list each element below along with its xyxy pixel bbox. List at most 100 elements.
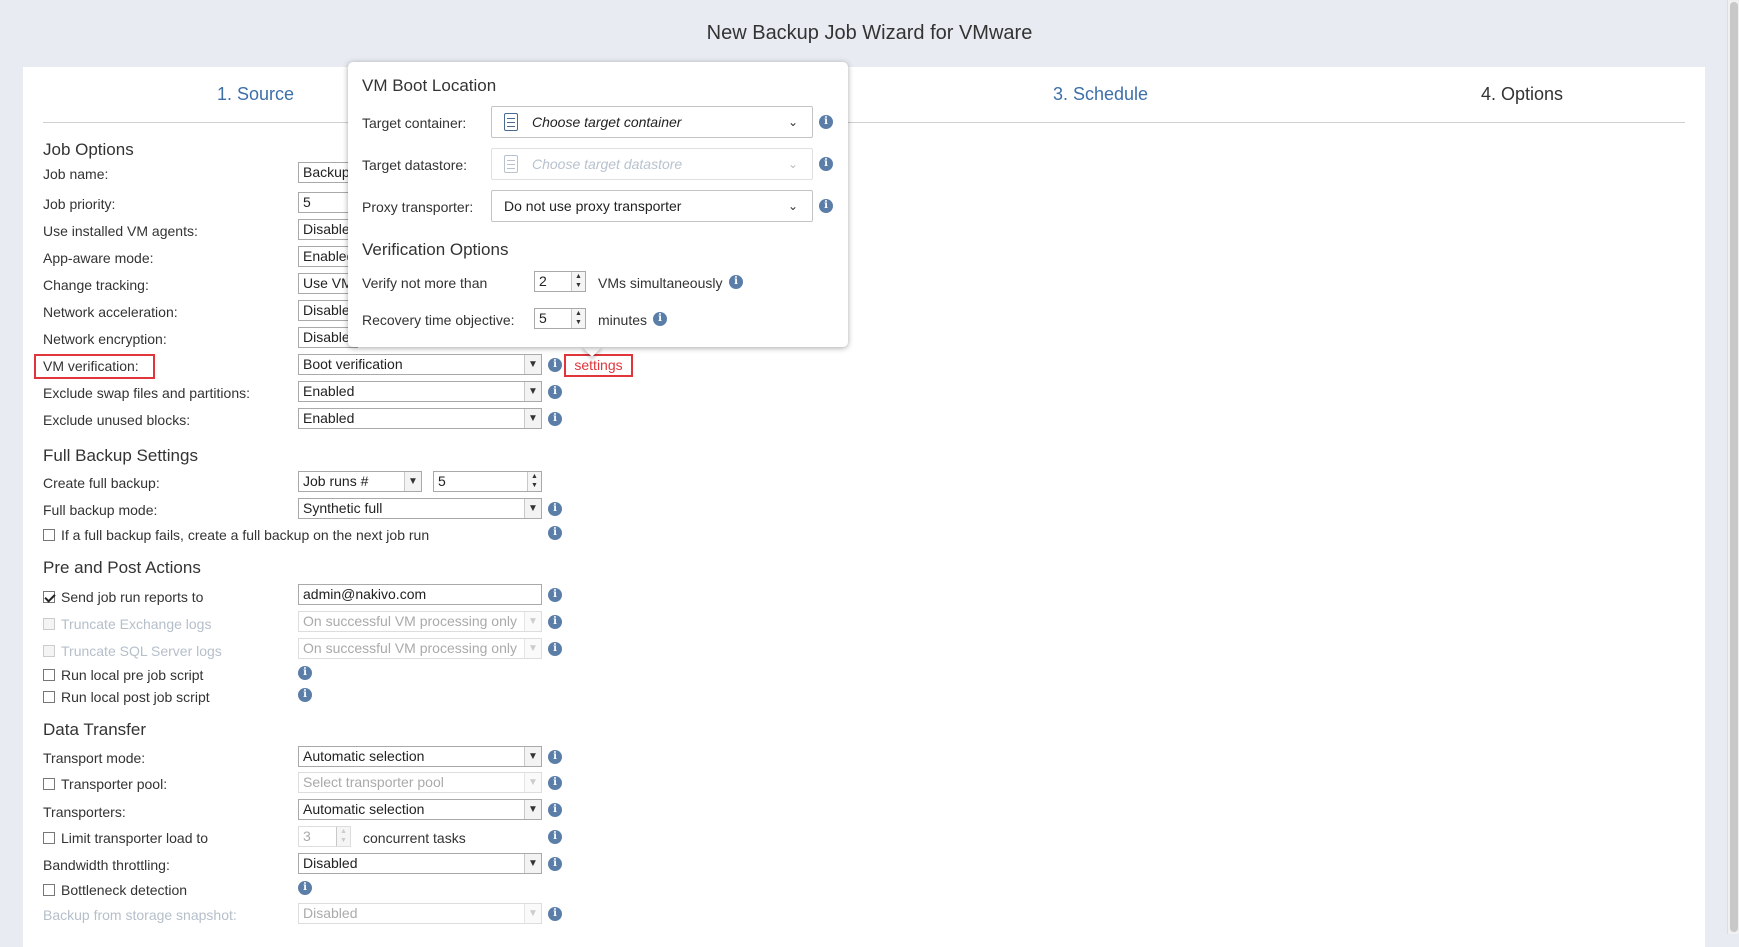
chevron-down-icon: ▼ [524, 854, 541, 873]
info-icon[interactable]: i [548, 358, 562, 372]
full-backup-retry-option[interactable]: If a full backup fails, create a full ba… [43, 527, 429, 543]
info-icon[interactable]: i [298, 881, 312, 895]
transporter-pool-checkbox[interactable] [43, 778, 55, 790]
vm-agents-label: Use installed VM agents: [43, 223, 198, 239]
create-full-count-input[interactable]: 5 ▲ ▼ [433, 471, 542, 492]
verification-options-title: Verification Options [362, 240, 509, 259]
limit-load-checkbox[interactable] [43, 832, 55, 844]
full-backup-retry-label: If a full backup fails, create a full ba… [61, 527, 430, 543]
verify-limit-label: Verify not more than [362, 275, 488, 291]
info-icon[interactable]: i [819, 199, 833, 213]
proxy-transporter-select[interactable]: Do not use proxy transporter ⌄ [491, 190, 813, 222]
info-icon[interactable]: i [819, 115, 833, 129]
scrollbar-thumb[interactable] [1730, 2, 1738, 932]
transporter-pool-select[interactable]: Select transporter pool ▼ [298, 772, 542, 793]
transport-mode-label: Transport mode: [43, 750, 146, 766]
truncate-exchange-checkbox[interactable] [43, 618, 55, 630]
send-reports-email-input[interactable]: admin@nakivo.com [298, 584, 542, 605]
send-reports-label: Send job run reports to [61, 589, 204, 605]
pre-script-option[interactable]: Run local pre job script [43, 667, 203, 683]
info-icon[interactable]: i [548, 750, 562, 764]
send-reports-checkbox[interactable] [43, 591, 55, 603]
page-title: New Backup Job Wizard for VMware [706, 22, 1033, 44]
info-icon[interactable]: i [548, 615, 562, 629]
target-container-placeholder: Choose target container [532, 114, 682, 130]
info-icon[interactable]: i [548, 907, 562, 921]
limit-load-input[interactable]: 3 ▲ ▼ [298, 826, 351, 847]
step-options[interactable]: 4. Options [1481, 84, 1563, 105]
info-icon[interactable]: i [548, 502, 562, 516]
rto-value: 5 [539, 310, 547, 326]
verify-limit-input[interactable]: 2 ▲ ▼ [534, 271, 586, 292]
storage-snapshot-select[interactable]: Disabled ▼ [298, 903, 542, 924]
send-reports-option[interactable]: Send job run reports to [43, 589, 203, 605]
info-icon[interactable]: i [548, 830, 562, 844]
full-backup-mode-select[interactable]: Synthetic full ▼ [298, 498, 542, 519]
post-script-option[interactable]: Run local post job script [43, 689, 210, 705]
truncate-sql-select[interactable]: On successful VM processing only ▼ [298, 638, 542, 659]
chevron-down-icon: ▼ [524, 773, 541, 792]
truncate-exchange-option[interactable]: Truncate Exchange logs [43, 616, 211, 632]
rto-label: Recovery time objective: [362, 312, 515, 328]
transporter-pool-option[interactable]: Transporter pool: [43, 776, 167, 792]
truncate-sql-option[interactable]: Truncate SQL Server logs [43, 643, 222, 659]
spinner-arrows-icon[interactable]: ▲ ▼ [336, 827, 350, 846]
info-icon[interactable]: i [819, 157, 833, 171]
info-icon[interactable]: i [548, 803, 562, 817]
wizard-panel [23, 67, 1705, 947]
transporters-select[interactable]: Automatic selection ▼ [298, 799, 542, 820]
rto-input[interactable]: 5 ▲ ▼ [534, 308, 586, 329]
proxy-transporter-label: Proxy transporter: [362, 199, 474, 215]
step-source[interactable]: 1. Source [217, 84, 294, 105]
create-full-select[interactable]: Job runs # ▼ [298, 471, 422, 492]
bottleneck-checkbox[interactable] [43, 884, 55, 896]
transport-mode-value: Automatic selection [303, 748, 425, 764]
info-icon[interactable]: i [548, 385, 562, 399]
exclude-unused-select[interactable]: Enabled ▼ [298, 408, 542, 429]
job-priority-label: Job priority: [43, 196, 116, 212]
truncate-sql-label: Truncate SQL Server logs [61, 643, 222, 659]
full-backup-mode-label: Full backup mode: [43, 502, 158, 518]
spinner-arrows-icon[interactable]: ▲ ▼ [571, 272, 585, 291]
exclude-swap-select[interactable]: Enabled ▼ [298, 381, 542, 402]
bandwidth-select[interactable]: Disabled ▼ [298, 853, 542, 874]
info-icon[interactable]: i [548, 588, 562, 602]
target-container-select[interactable]: Choose target container ⌄ [491, 106, 813, 138]
limit-load-label: Limit transporter load to [61, 830, 209, 846]
exclude-unused-label: Exclude unused blocks: [43, 412, 191, 428]
transporter-pool-value: Select transporter pool [303, 774, 444, 790]
verify-limit-value: 2 [539, 273, 547, 289]
info-icon[interactable]: i [548, 642, 562, 656]
info-icon[interactable]: i [548, 526, 562, 540]
info-icon[interactable]: i [548, 857, 562, 871]
chevron-down-icon: ▼ [524, 499, 541, 518]
truncate-sql-value: On successful VM processing only [303, 640, 517, 656]
bottleneck-option[interactable]: Bottleneck detection [43, 882, 187, 898]
info-icon[interactable]: i [548, 412, 562, 426]
transporters-label: Transporters: [43, 804, 126, 820]
transport-mode-select[interactable]: Automatic selection ▼ [298, 746, 542, 767]
info-icon[interactable]: i [298, 688, 312, 702]
vm-verification-select[interactable]: Boot verification ▼ [298, 354, 542, 375]
chevron-down-icon: ▼ [524, 409, 541, 428]
truncate-exchange-select[interactable]: On successful VM processing only ▼ [298, 611, 542, 632]
rto-suffix: minutes [598, 312, 648, 328]
post-script-checkbox[interactable] [43, 691, 55, 703]
chevron-down-icon: ⌄ [787, 199, 798, 213]
vm-verification-settings-link[interactable]: settings [564, 354, 633, 377]
full-backup-retry-checkbox[interactable] [43, 529, 55, 541]
info-icon[interactable]: i [298, 666, 312, 680]
info-icon[interactable]: i [729, 275, 743, 289]
limit-load-option[interactable]: Limit transporter load to [43, 830, 208, 846]
proxy-transporter-value: Do not use proxy transporter [504, 198, 682, 214]
page-scrollbar[interactable] [1727, 0, 1739, 934]
pre-script-checkbox[interactable] [43, 669, 55, 681]
info-icon[interactable]: i [548, 776, 562, 790]
spinner-arrows-icon[interactable]: ▲ ▼ [571, 309, 585, 328]
step-schedule[interactable]: 3. Schedule [1053, 84, 1148, 105]
truncate-sql-checkbox[interactable] [43, 645, 55, 657]
info-icon[interactable]: i [653, 312, 667, 326]
spinner-arrows-icon[interactable]: ▲ ▼ [527, 472, 541, 491]
exclude-swap-value: Enabled [303, 383, 355, 399]
target-datastore-select[interactable]: Choose target datastore ⌄ [491, 148, 813, 180]
